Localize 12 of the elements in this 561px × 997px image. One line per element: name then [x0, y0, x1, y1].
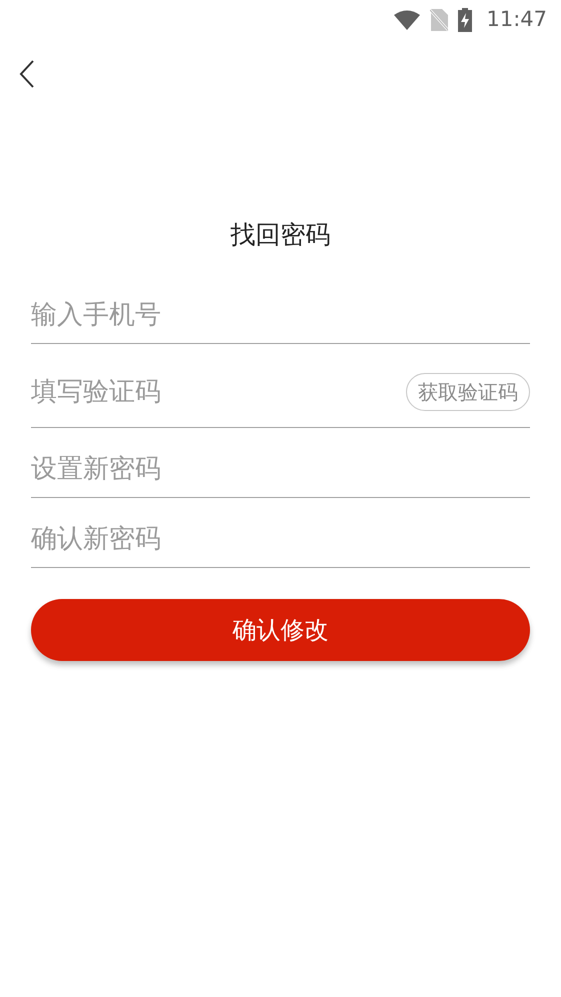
input-field[interactable]: 输入手机号	[31, 293, 530, 337]
input-field[interactable]: 设置新密码	[31, 447, 530, 491]
battery-charging-icon	[458, 8, 472, 32]
input-field[interactable]: 填写验证码	[31, 370, 406, 414]
page-title: 找回密码	[230, 219, 330, 251]
wifi-icon	[394, 10, 420, 30]
confirm-button[interactable]: 确认修改	[31, 598, 530, 660]
input-field[interactable]: 确认新密码	[31, 517, 530, 561]
back-icon[interactable]	[18, 59, 36, 89]
get-code-button[interactable]: 获取验证码	[406, 373, 530, 411]
no-sim-icon	[430, 9, 448, 31]
clock-time: 11:47	[486, 6, 547, 34]
